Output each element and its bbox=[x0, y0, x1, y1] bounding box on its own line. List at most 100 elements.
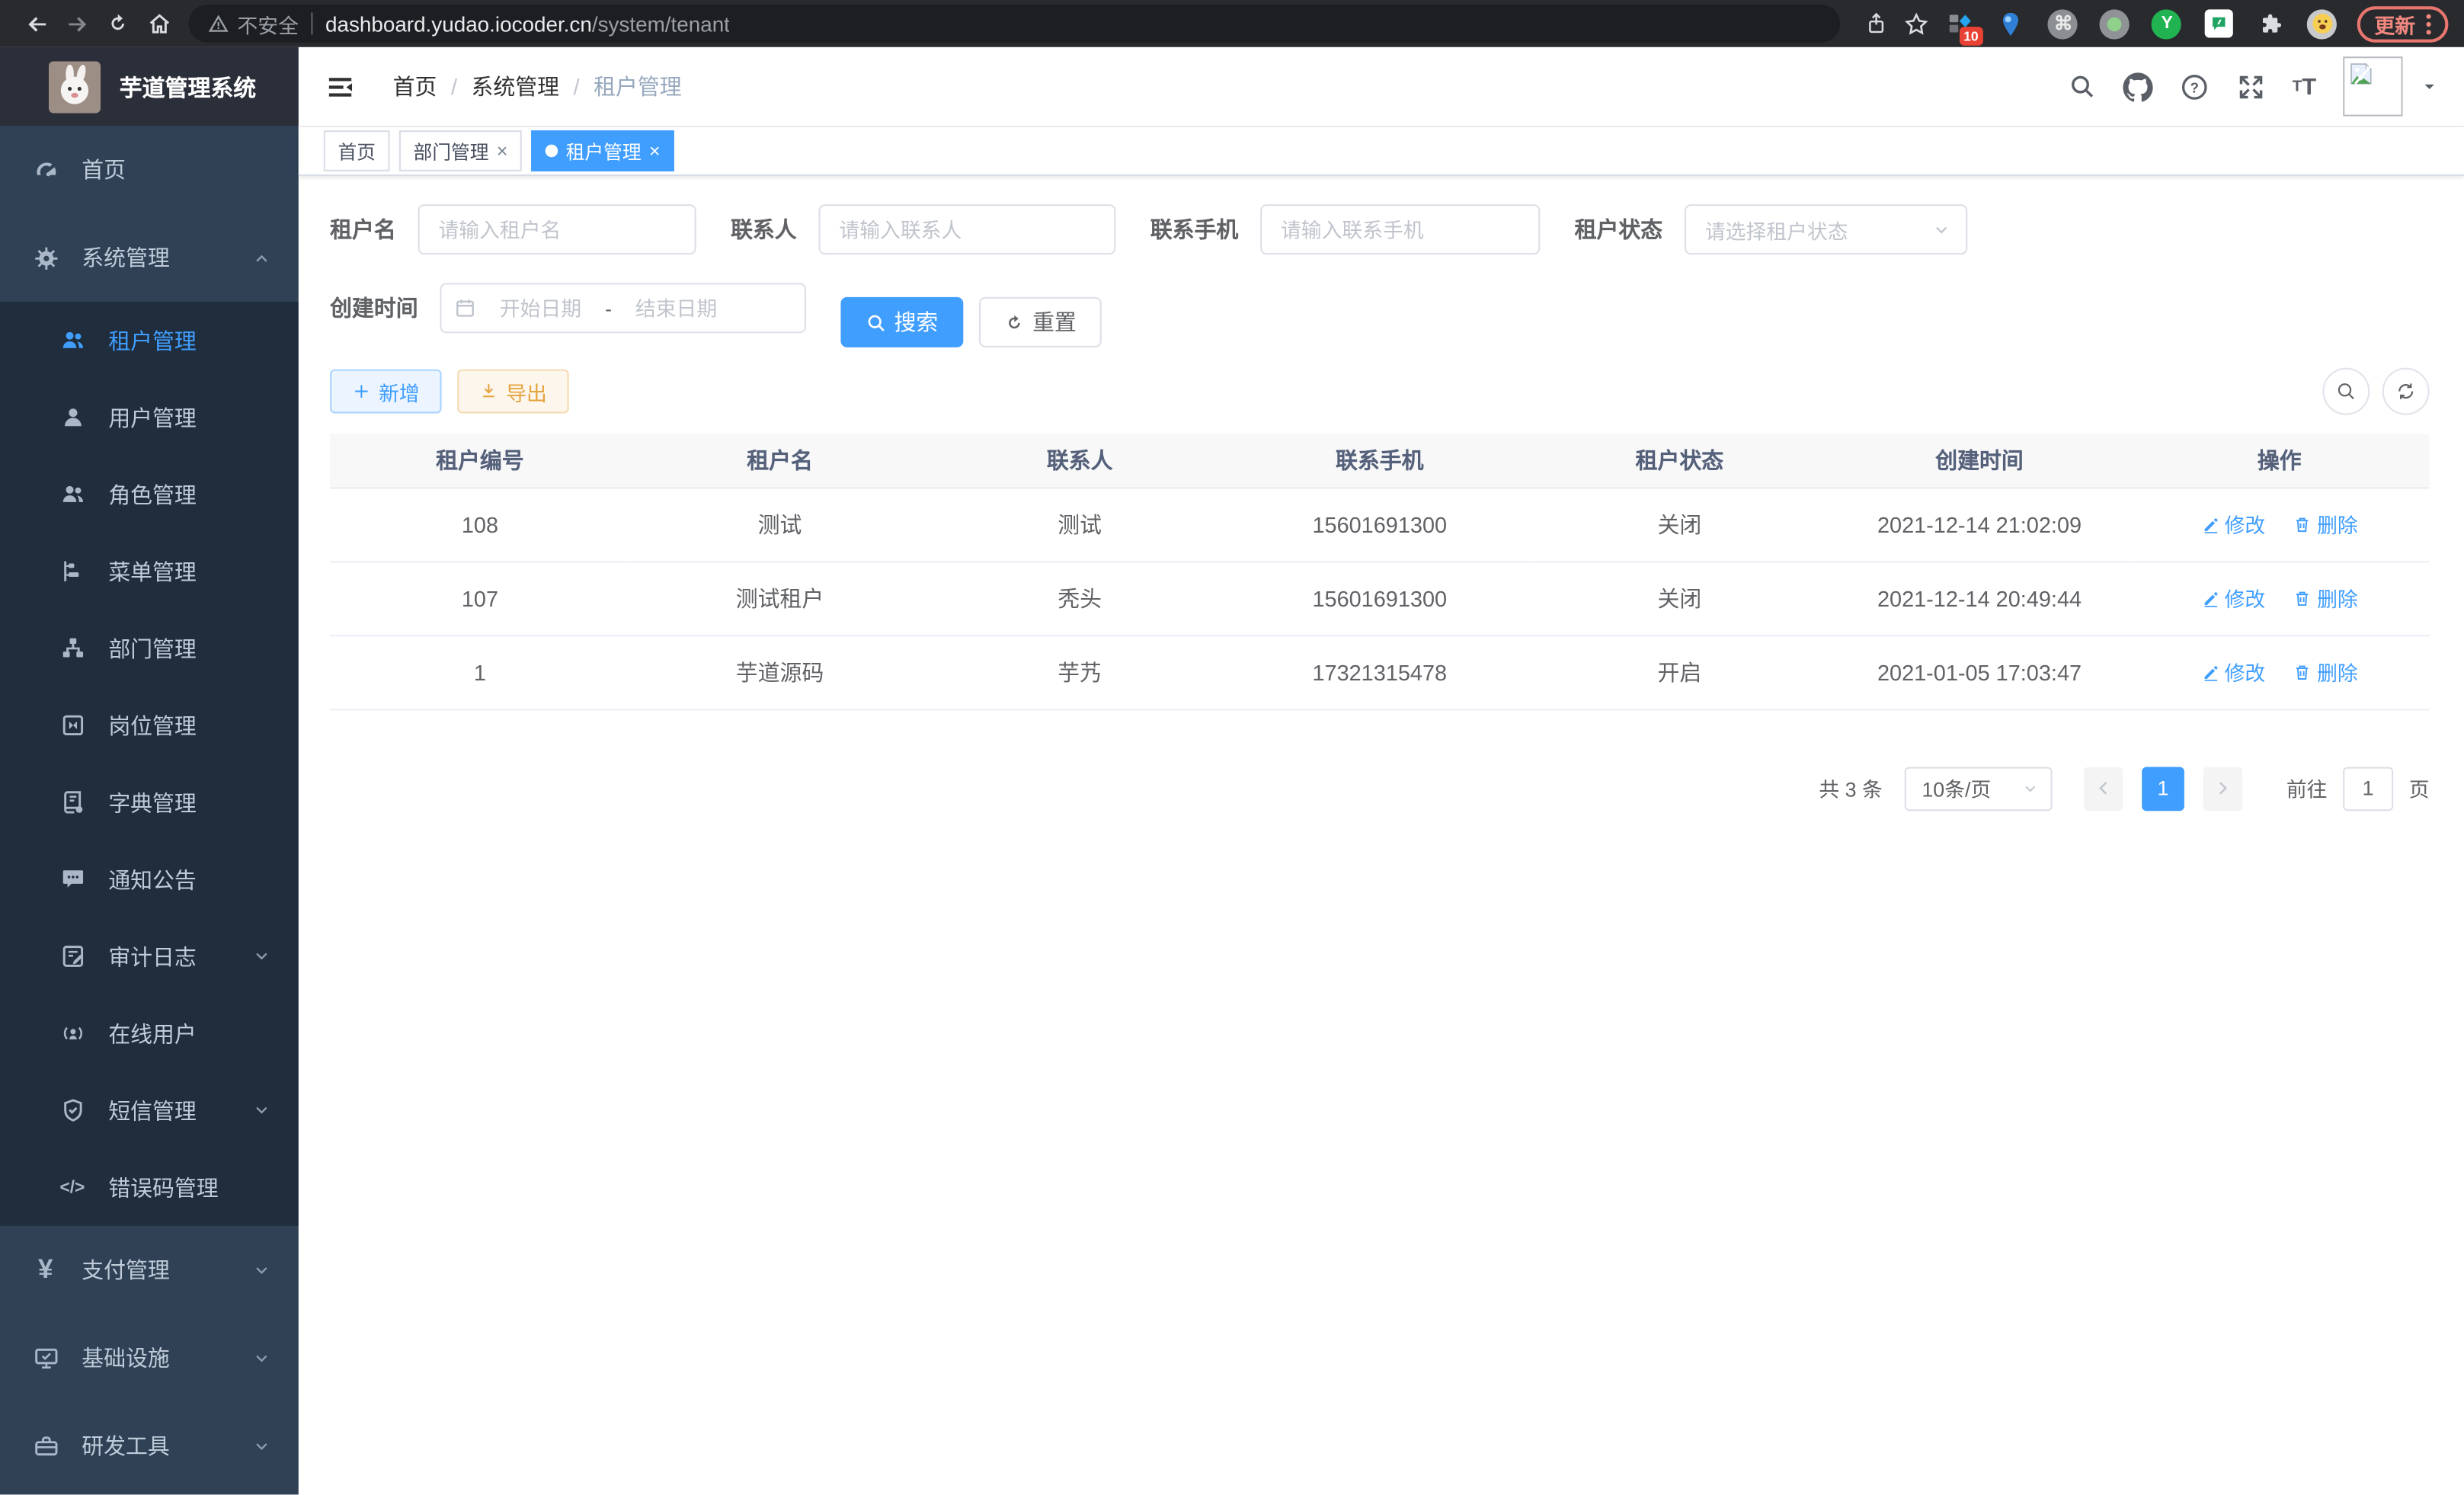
close-icon[interactable]: × bbox=[649, 140, 660, 162]
filter-contact: 联系人 bbox=[731, 204, 1115, 255]
font-size-icon[interactable]: TT bbox=[2293, 73, 2317, 100]
search-button[interactable]: 搜索 bbox=[840, 297, 963, 347]
sidebar-item-label: 用户管理 bbox=[108, 402, 197, 433]
browser-menu-kebab-icon[interactable] bbox=[2427, 14, 2431, 34]
pagination: 共 3 条 10条/页 1 前往 页 bbox=[330, 766, 2430, 810]
sidebar-item-devtool[interactable]: 研发工具 bbox=[0, 1402, 299, 1490]
calendar-icon bbox=[454, 297, 476, 319]
sidebar-collapse-icon[interactable] bbox=[325, 72, 355, 101]
url-text: dashboard.yudao.iocoder.cn/system/tenant bbox=[325, 11, 730, 35]
end-date-input[interactable] bbox=[615, 295, 738, 322]
extensions-puzzle-icon[interactable] bbox=[2255, 8, 2286, 39]
chevron-down-icon bbox=[253, 1437, 270, 1455]
browser-home-icon[interactable] bbox=[139, 3, 180, 44]
tenant-table: 租户编号 租户名 联系人 联系手机 租户状态 创建时间 操作 108 测试 bbox=[330, 434, 2430, 709]
app-logo[interactable]: 芋道管理系统 bbox=[0, 47, 299, 126]
sidebar-item-notice[interactable]: 通知公告 bbox=[0, 840, 299, 917]
sidebar-item-online[interactable]: 在线用户 bbox=[0, 995, 299, 1072]
filter-phone: 联系手机 bbox=[1150, 204, 1541, 255]
share-icon[interactable] bbox=[1856, 3, 1897, 44]
browser-update-button[interactable]: 更新 bbox=[2357, 5, 2449, 41]
reset-button[interactable]: 重置 bbox=[979, 297, 1102, 347]
browser-toolbar: 不安全 dashboard.yudao.iocoder.cn/system/te… bbox=[0, 0, 2464, 47]
sidebar-item-errcode[interactable]: </> 错误码管理 bbox=[0, 1149, 299, 1226]
help-icon[interactable]: ? bbox=[2179, 72, 2209, 101]
sidebar-item-infra[interactable]: 基础设施 bbox=[0, 1314, 299, 1402]
extension-chat-icon[interactable] bbox=[2203, 8, 2235, 39]
sidebar-item-home[interactable]: 首页 bbox=[0, 126, 299, 214]
start-date-input[interactable] bbox=[479, 295, 602, 322]
sidebar-item-label: 字典管理 bbox=[108, 786, 197, 818]
edit-link[interactable]: 修改 bbox=[2201, 509, 2266, 539]
browser-back-icon[interactable] bbox=[16, 3, 57, 44]
tenant-name-input[interactable] bbox=[418, 204, 696, 255]
col-tenant-id: 租户编号 bbox=[330, 434, 630, 487]
page-unit-label: 页 bbox=[2409, 773, 2430, 803]
address-bar[interactable]: 不安全 dashboard.yudao.iocoder.cn/system/te… bbox=[189, 5, 1841, 43]
profile-avatar[interactable] bbox=[2307, 8, 2338, 39]
app-title: 芋道管理系统 bbox=[120, 70, 256, 103]
sidebar-item-menu[interactable]: 菜单管理 bbox=[0, 533, 299, 610]
tag-dept[interactable]: 部门管理 × bbox=[399, 130, 522, 171]
sidebar-item-audit[interactable]: 审计日志 bbox=[0, 918, 299, 995]
table-row: 1 芋道源码 芋艿 17321315478 开启 2021-01-05 17:0… bbox=[330, 635, 2430, 709]
system-submenu: 租户管理 用户管理 角色管理 bbox=[0, 302, 299, 1226]
sidebar-item-label: 首页 bbox=[82, 154, 126, 185]
sidebar-item-post[interactable]: 岗位管理 bbox=[0, 687, 299, 764]
page-size-select[interactable]: 10条/页 bbox=[1905, 766, 2053, 810]
tag-home[interactable]: 首页 bbox=[324, 130, 390, 171]
refresh-table-button[interactable] bbox=[2382, 368, 2430, 415]
table-row: 108 测试 测试 15601691300 关闭 2021-12-14 21:0… bbox=[330, 487, 2430, 561]
sidebar-item-dept[interactable]: 部门管理 bbox=[0, 610, 299, 687]
edit-link[interactable]: 修改 bbox=[2201, 657, 2266, 687]
col-create-time: 创建时间 bbox=[1829, 434, 2130, 487]
sidebar-item-tenant[interactable]: 租户管理 bbox=[0, 302, 299, 379]
browser-forward-icon[interactable] bbox=[56, 3, 98, 44]
tree-icon bbox=[58, 557, 86, 585]
extension-pin-icon[interactable] bbox=[1995, 8, 2027, 39]
monitor-icon bbox=[31, 1343, 59, 1372]
sidebar-item-sms[interactable]: 短信管理 bbox=[0, 1072, 299, 1149]
extension-y-icon[interactable]: Y bbox=[2152, 8, 2183, 39]
show-search-toggle-button[interactable] bbox=[2322, 368, 2370, 415]
delete-link[interactable]: 删除 bbox=[2293, 509, 2358, 539]
phone-input[interactable] bbox=[1260, 204, 1540, 255]
trash-icon bbox=[2293, 662, 2312, 681]
close-icon[interactable]: × bbox=[497, 140, 507, 162]
tag-tenant[interactable]: 租户管理 × bbox=[531, 130, 674, 171]
breadcrumb-home[interactable]: 首页 bbox=[393, 71, 437, 102]
github-icon[interactable] bbox=[2123, 72, 2152, 101]
extension-command-icon[interactable]: ⌘ bbox=[2047, 8, 2078, 39]
extension-recorder-icon[interactable] bbox=[2099, 8, 2130, 39]
browser-reload-icon[interactable] bbox=[98, 3, 139, 44]
sidebar-item-role[interactable]: 角色管理 bbox=[0, 456, 299, 533]
breadcrumb-system[interactable]: 系统管理 bbox=[472, 71, 560, 102]
delete-link[interactable]: 删除 bbox=[2293, 583, 2358, 613]
next-page-button[interactable] bbox=[2203, 766, 2243, 810]
sidebar-item-pay[interactable]: ¥ 支付管理 bbox=[0, 1226, 299, 1314]
delete-link[interactable]: 删除 bbox=[2293, 657, 2358, 687]
chevron-down-icon bbox=[1933, 221, 1950, 238]
sidebar-item-system[interactable]: 系统管理 bbox=[0, 214, 299, 303]
add-button[interactable]: 新增 bbox=[330, 370, 441, 414]
status-select[interactable]: 请选择租户状态 bbox=[1685, 204, 1967, 255]
page-number-current[interactable]: 1 bbox=[2142, 766, 2184, 810]
header-search-icon[interactable] bbox=[2068, 72, 2096, 101]
contact-input[interactable] bbox=[819, 204, 1116, 255]
prev-page-button[interactable] bbox=[2084, 766, 2123, 810]
bookmark-star-icon[interactable] bbox=[1896, 3, 1938, 44]
sidebar-item-user[interactable]: 用户管理 bbox=[0, 379, 299, 456]
browser-extensions: 10 ⌘ Y bbox=[1944, 8, 2338, 39]
chevron-right-icon bbox=[2214, 780, 2232, 797]
avatar-caret-down-icon[interactable] bbox=[2420, 77, 2439, 96]
fullscreen-icon[interactable] bbox=[2235, 72, 2265, 101]
extension-grid-icon[interactable]: 10 bbox=[1944, 8, 1975, 39]
sidebar-item-dict[interactable]: 字典管理 bbox=[0, 764, 299, 840]
user-avatar[interactable] bbox=[2343, 56, 2402, 116]
edit-link[interactable]: 修改 bbox=[2201, 583, 2266, 613]
goto-page-input[interactable] bbox=[2343, 766, 2393, 810]
top-navbar: 首页 / 系统管理 / 租户管理 ? bbox=[299, 47, 2464, 127]
date-range-picker[interactable]: - bbox=[440, 283, 807, 333]
chevron-down-icon bbox=[253, 1261, 270, 1279]
export-button[interactable]: 导出 bbox=[457, 370, 568, 414]
